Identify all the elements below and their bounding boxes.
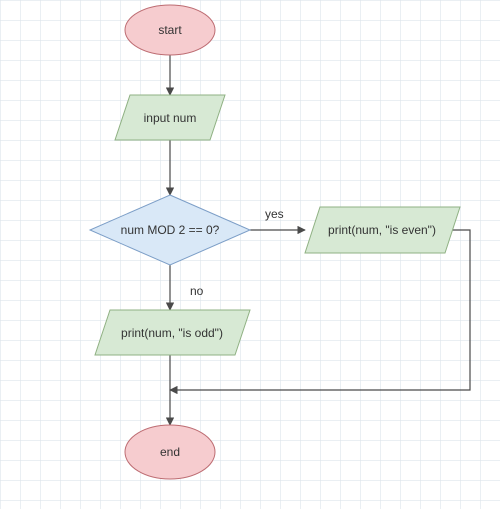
node-even: print(num, "is even"): [305, 207, 460, 253]
node-end-label: end: [160, 445, 180, 459]
node-odd-label: print(num, "is odd"): [121, 326, 223, 340]
edge-decision-to-even: yes: [250, 207, 305, 230]
node-input-label: input num: [144, 111, 197, 125]
edge-decision-to-odd: no: [170, 265, 204, 310]
node-start-label: start: [158, 23, 182, 37]
node-input: input num: [115, 95, 225, 140]
node-decision: num MOD 2 == 0?: [90, 195, 250, 265]
flowchart-canvas: yes no start input num num MOD 2 == 0? p…: [0, 0, 500, 509]
node-end: end: [125, 425, 215, 479]
node-odd: print(num, "is odd"): [95, 310, 250, 355]
node-even-label: print(num, "is even"): [328, 223, 436, 237]
edge-label-yes: yes: [265, 207, 284, 221]
edge-label-no: no: [190, 284, 204, 298]
node-start: start: [125, 5, 215, 55]
node-decision-label: num MOD 2 == 0?: [121, 223, 220, 237]
